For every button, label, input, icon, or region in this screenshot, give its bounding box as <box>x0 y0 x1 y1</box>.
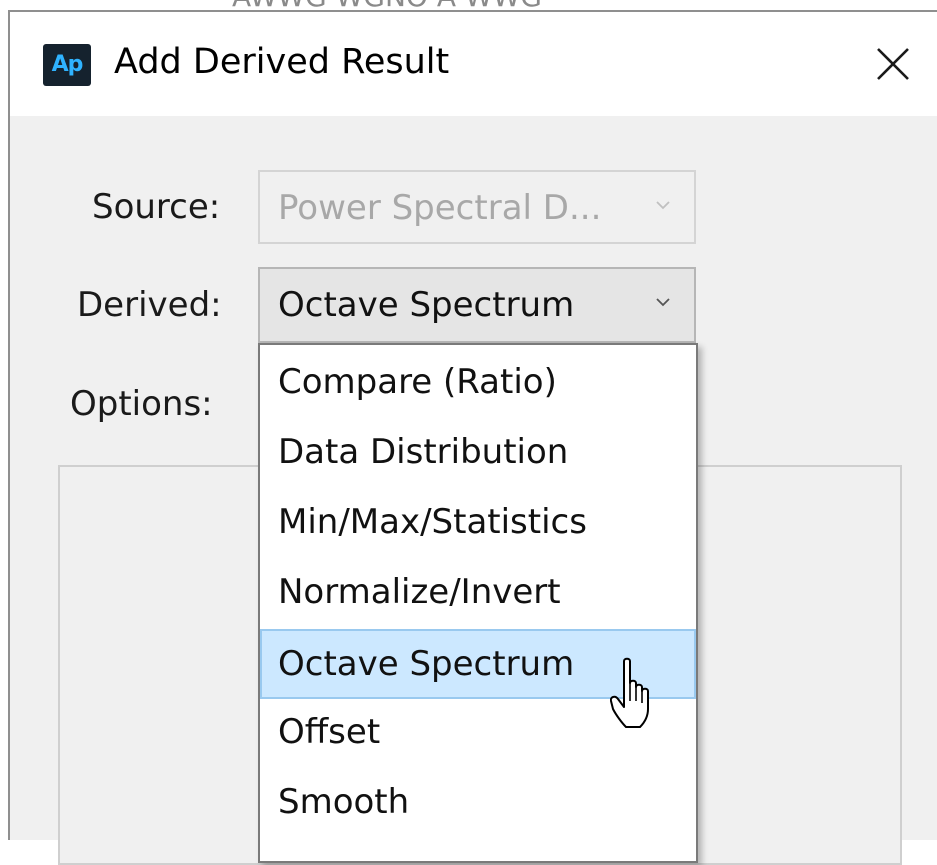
derived-dropdown-list[interactable]: Compare (Ratio) Data Distribution Min/Ma… <box>258 343 698 863</box>
derived-label: Derived: <box>77 285 222 325</box>
source-label: Source: <box>92 187 221 227</box>
close-icon <box>877 48 909 80</box>
dropdown-item-offset[interactable]: Offset <box>260 699 696 769</box>
derived-value: Octave Spectrum <box>278 285 575 325</box>
dropdown-item-data-distribution[interactable]: Data Distribution <box>260 419 696 489</box>
dropdown-item-normalize-invert[interactable]: Normalize/Invert <box>260 559 696 629</box>
close-button[interactable] <box>860 34 926 94</box>
dropdown-item-octave-spectrum[interactable]: Octave Spectrum <box>260 629 696 699</box>
derived-combobox[interactable]: Octave Spectrum <box>258 267 696 343</box>
dropdown-item-min-max-statistics[interactable]: Min/Max/Statistics <box>260 489 696 559</box>
source-combobox: Power Spectral D... <box>258 170 696 244</box>
chevron-down-icon <box>656 201 670 210</box>
source-value: Power Spectral D... <box>278 188 602 228</box>
chevron-down-icon <box>656 298 670 307</box>
options-label: Options: <box>70 384 213 424</box>
app-icon: Ap <box>43 44 91 86</box>
dropdown-item-compare-ratio[interactable]: Compare (Ratio) <box>260 349 696 419</box>
dialog-title: Add Derived Result <box>114 42 450 82</box>
add-derived-result-dialog: Ap Add Derived Result Source: Power Spec… <box>8 10 937 865</box>
dialog-titlebar[interactable]: Ap Add Derived Result <box>10 12 937 116</box>
dropdown-item-smooth[interactable]: Smooth <box>260 769 696 839</box>
